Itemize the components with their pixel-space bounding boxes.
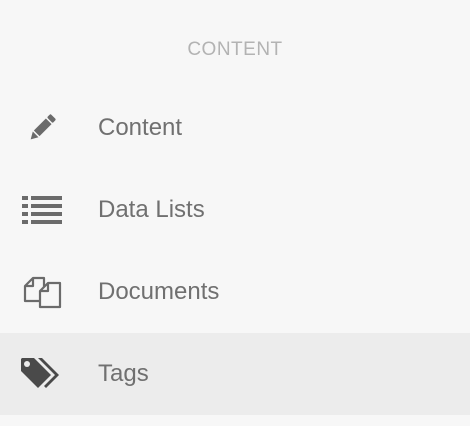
sidebar-panel: CONTENT Content Data Lists Documents Tag… [0,0,470,426]
tags-icon [20,352,64,396]
documents-icon [20,270,64,314]
menu-item-label: Tags [98,360,149,387]
menu-item-documents[interactable]: Documents [0,251,470,333]
pencil-icon [20,106,64,150]
list-icon [20,188,64,232]
menu-item-data-lists[interactable]: Data Lists [0,169,470,251]
menu-item-content[interactable]: Content [0,87,470,169]
menu-item-label: Data Lists [98,196,205,223]
content-menu: Content Data Lists Documents Tags [0,87,470,415]
menu-item-label: Content [98,114,183,141]
menu-item-label: Documents [98,278,220,305]
menu-item-tags[interactable]: Tags [0,333,470,415]
section-title: CONTENT [187,39,283,60]
